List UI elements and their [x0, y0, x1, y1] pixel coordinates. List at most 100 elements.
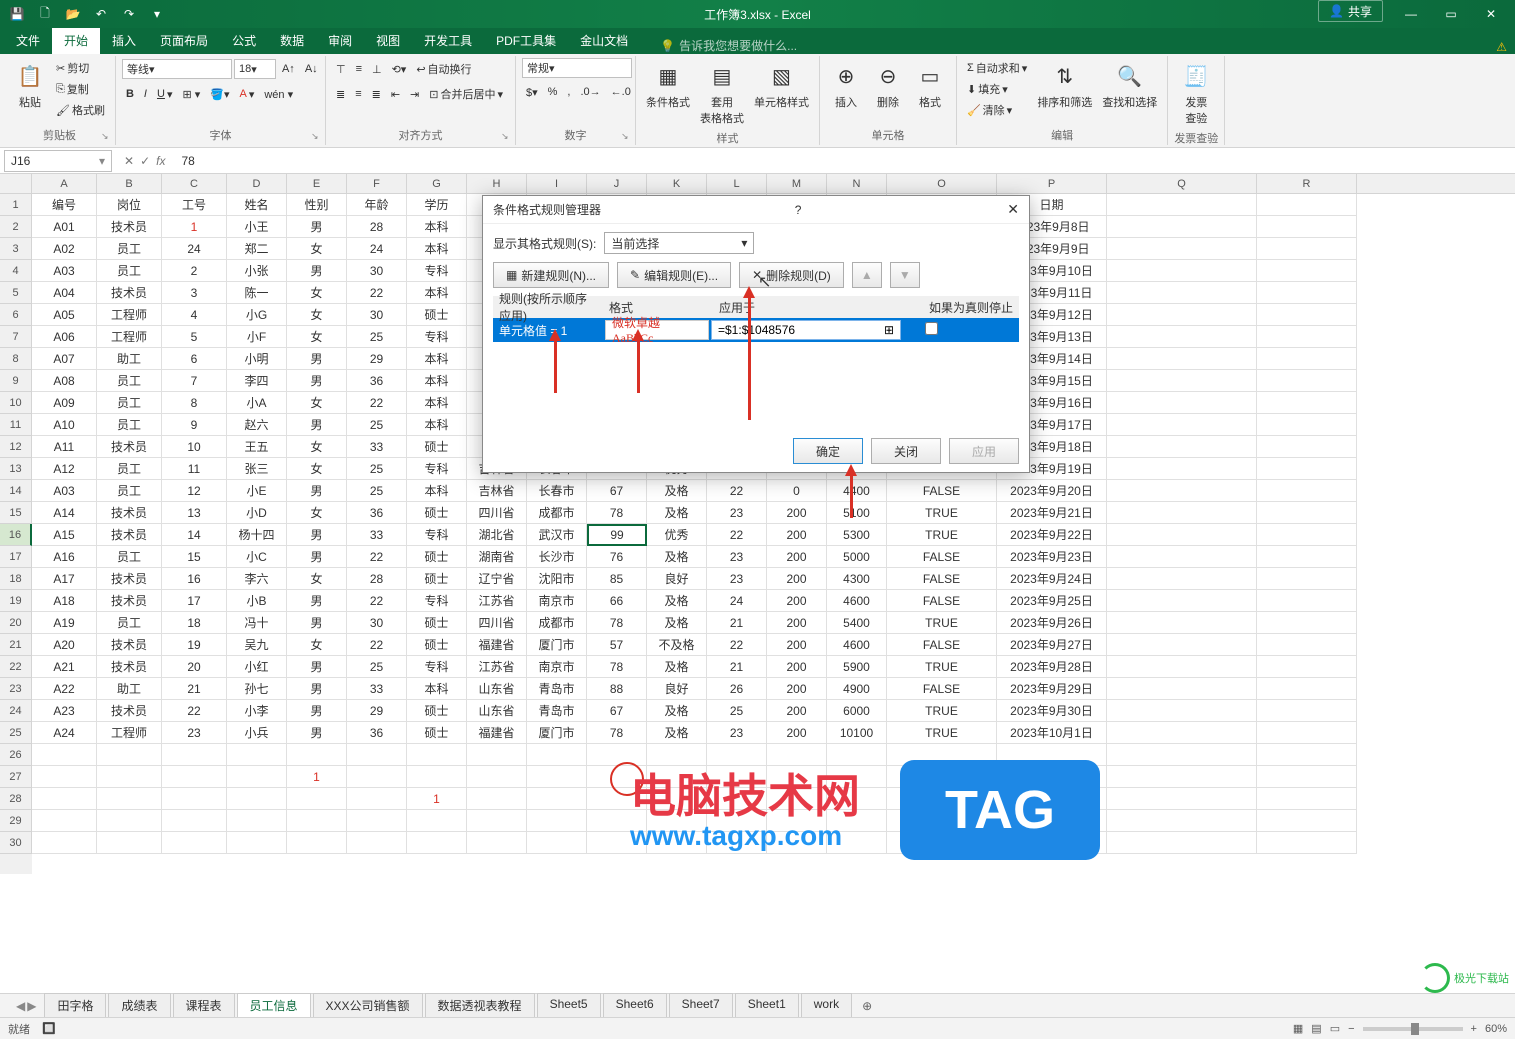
cell[interactable]: A08 — [32, 370, 97, 392]
cell[interactable]: 成都市 — [527, 612, 587, 634]
cell[interactable] — [1107, 282, 1257, 304]
cell[interactable]: TRUE — [887, 524, 997, 546]
cell[interactable]: 小明 — [227, 348, 287, 370]
cell[interactable] — [407, 832, 467, 854]
cell[interactable] — [1107, 678, 1257, 700]
cell[interactable] — [1107, 700, 1257, 722]
cell[interactable]: 3 — [162, 282, 227, 304]
cell[interactable] — [1257, 766, 1357, 788]
cell[interactable]: 2023年9月27日 — [997, 634, 1107, 656]
cell[interactable] — [997, 832, 1107, 854]
cell[interactable]: 南京市 — [527, 656, 587, 678]
sheet-tab[interactable]: Sheet6 — [603, 993, 667, 1019]
cell[interactable] — [887, 832, 997, 854]
cell[interactable]: A17 — [32, 568, 97, 590]
row-header[interactable]: 25 — [0, 722, 32, 744]
cell[interactable]: A19 — [32, 612, 97, 634]
column-header[interactable]: Q — [1107, 174, 1257, 193]
align-left-icon[interactable]: ≣ — [332, 86, 349, 103]
zoom-in-icon[interactable]: + — [1471, 1023, 1477, 1035]
cell[interactable]: 优秀 — [647, 524, 707, 546]
cell[interactable]: A14 — [32, 502, 97, 524]
row-header[interactable]: 23 — [0, 678, 32, 700]
cell[interactable]: 技术员 — [97, 590, 162, 612]
cell[interactable]: 26 — [707, 678, 767, 700]
cell[interactable]: 及格 — [647, 700, 707, 722]
currency-icon[interactable]: $▾ — [522, 84, 542, 101]
cell[interactable] — [1107, 392, 1257, 414]
cell[interactable] — [997, 788, 1107, 810]
cell[interactable]: 16 — [162, 568, 227, 590]
row-header[interactable]: 2 — [0, 216, 32, 238]
ok-button[interactable]: 确定 — [793, 438, 863, 464]
cell[interactable] — [1107, 370, 1257, 392]
cell[interactable]: 小B — [227, 590, 287, 612]
inc-decimal-icon[interactable]: .0→ — [576, 84, 604, 100]
cell[interactable]: 2023年9月28日 — [997, 656, 1107, 678]
range-picker-icon[interactable]: ⊞ — [884, 323, 894, 337]
zoom-out-icon[interactable]: − — [1348, 1023, 1354, 1035]
cell[interactable] — [1257, 700, 1357, 722]
cell[interactable]: 及格 — [647, 722, 707, 744]
cell[interactable]: 10100 — [827, 722, 887, 744]
cell[interactable] — [347, 832, 407, 854]
row-header[interactable]: 22 — [0, 656, 32, 678]
cell[interactable]: FALSE — [887, 590, 997, 612]
cell[interactable]: 4400 — [827, 480, 887, 502]
row-header[interactable]: 19 — [0, 590, 32, 612]
cell[interactable]: 专科 — [407, 326, 467, 348]
fill-color-button[interactable]: 🪣▾ — [206, 86, 233, 103]
cell[interactable]: 专科 — [407, 590, 467, 612]
cell[interactable]: 23 — [707, 568, 767, 590]
cell[interactable]: 22 — [707, 480, 767, 502]
fill-button[interactable]: ⬇ 填充▾ — [963, 79, 1031, 99]
cell[interactable] — [1257, 524, 1357, 546]
cell[interactable]: 200 — [767, 590, 827, 612]
cell[interactable]: 10 — [162, 436, 227, 458]
cell[interactable]: 33 — [347, 524, 407, 546]
cell[interactable] — [887, 788, 997, 810]
cell[interactable]: 赵六 — [227, 414, 287, 436]
cell[interactable]: 12 — [162, 480, 227, 502]
align-middle-icon[interactable]: ≡ — [352, 61, 366, 77]
cell[interactable]: 男 — [287, 370, 347, 392]
cell[interactable] — [1107, 810, 1257, 832]
cell[interactable]: 5000 — [827, 546, 887, 568]
cell[interactable]: A18 — [32, 590, 97, 612]
cell[interactable] — [1107, 832, 1257, 854]
cell[interactable]: 78 — [587, 656, 647, 678]
cell[interactable]: A11 — [32, 436, 97, 458]
increase-font-icon[interactable]: A↑ — [278, 61, 299, 77]
cell[interactable] — [707, 832, 767, 854]
cell[interactable]: 0 — [767, 480, 827, 502]
cell[interactable] — [32, 744, 97, 766]
cell[interactable] — [767, 788, 827, 810]
find-select-button[interactable]: 🔍查找和选择 — [1098, 58, 1161, 112]
cell[interactable] — [1107, 216, 1257, 238]
cell[interactable] — [1257, 722, 1357, 744]
cell[interactable] — [1257, 634, 1357, 656]
cell[interactable]: 6 — [162, 348, 227, 370]
cell[interactable]: 男 — [287, 524, 347, 546]
cell[interactable]: A09 — [32, 392, 97, 414]
cell[interactable]: 李四 — [227, 370, 287, 392]
cell[interactable] — [97, 832, 162, 854]
cell[interactable] — [1257, 656, 1357, 678]
cell[interactable] — [97, 810, 162, 832]
warning-icon[interactable]: ⚠ — [1488, 40, 1515, 54]
cell[interactable]: 29 — [347, 700, 407, 722]
conditional-format-button[interactable]: ▦条件格式 — [642, 58, 694, 112]
cell[interactable]: 2023年9月25日 — [997, 590, 1107, 612]
cell[interactable]: 21 — [162, 678, 227, 700]
cell[interactable]: 1 — [287, 766, 347, 788]
indent-inc-icon[interactable]: ⇥ — [406, 86, 423, 103]
cell[interactable]: 17 — [162, 590, 227, 612]
cell[interactable] — [827, 810, 887, 832]
cell[interactable] — [887, 744, 997, 766]
italic-button[interactable]: I — [140, 86, 151, 102]
cell[interactable]: 57 — [587, 634, 647, 656]
cell[interactable]: A03 — [32, 260, 97, 282]
cell[interactable]: 员工 — [97, 458, 162, 480]
sheet-tab[interactable]: Sheet7 — [669, 993, 733, 1019]
cell[interactable]: 厦门市 — [527, 634, 587, 656]
